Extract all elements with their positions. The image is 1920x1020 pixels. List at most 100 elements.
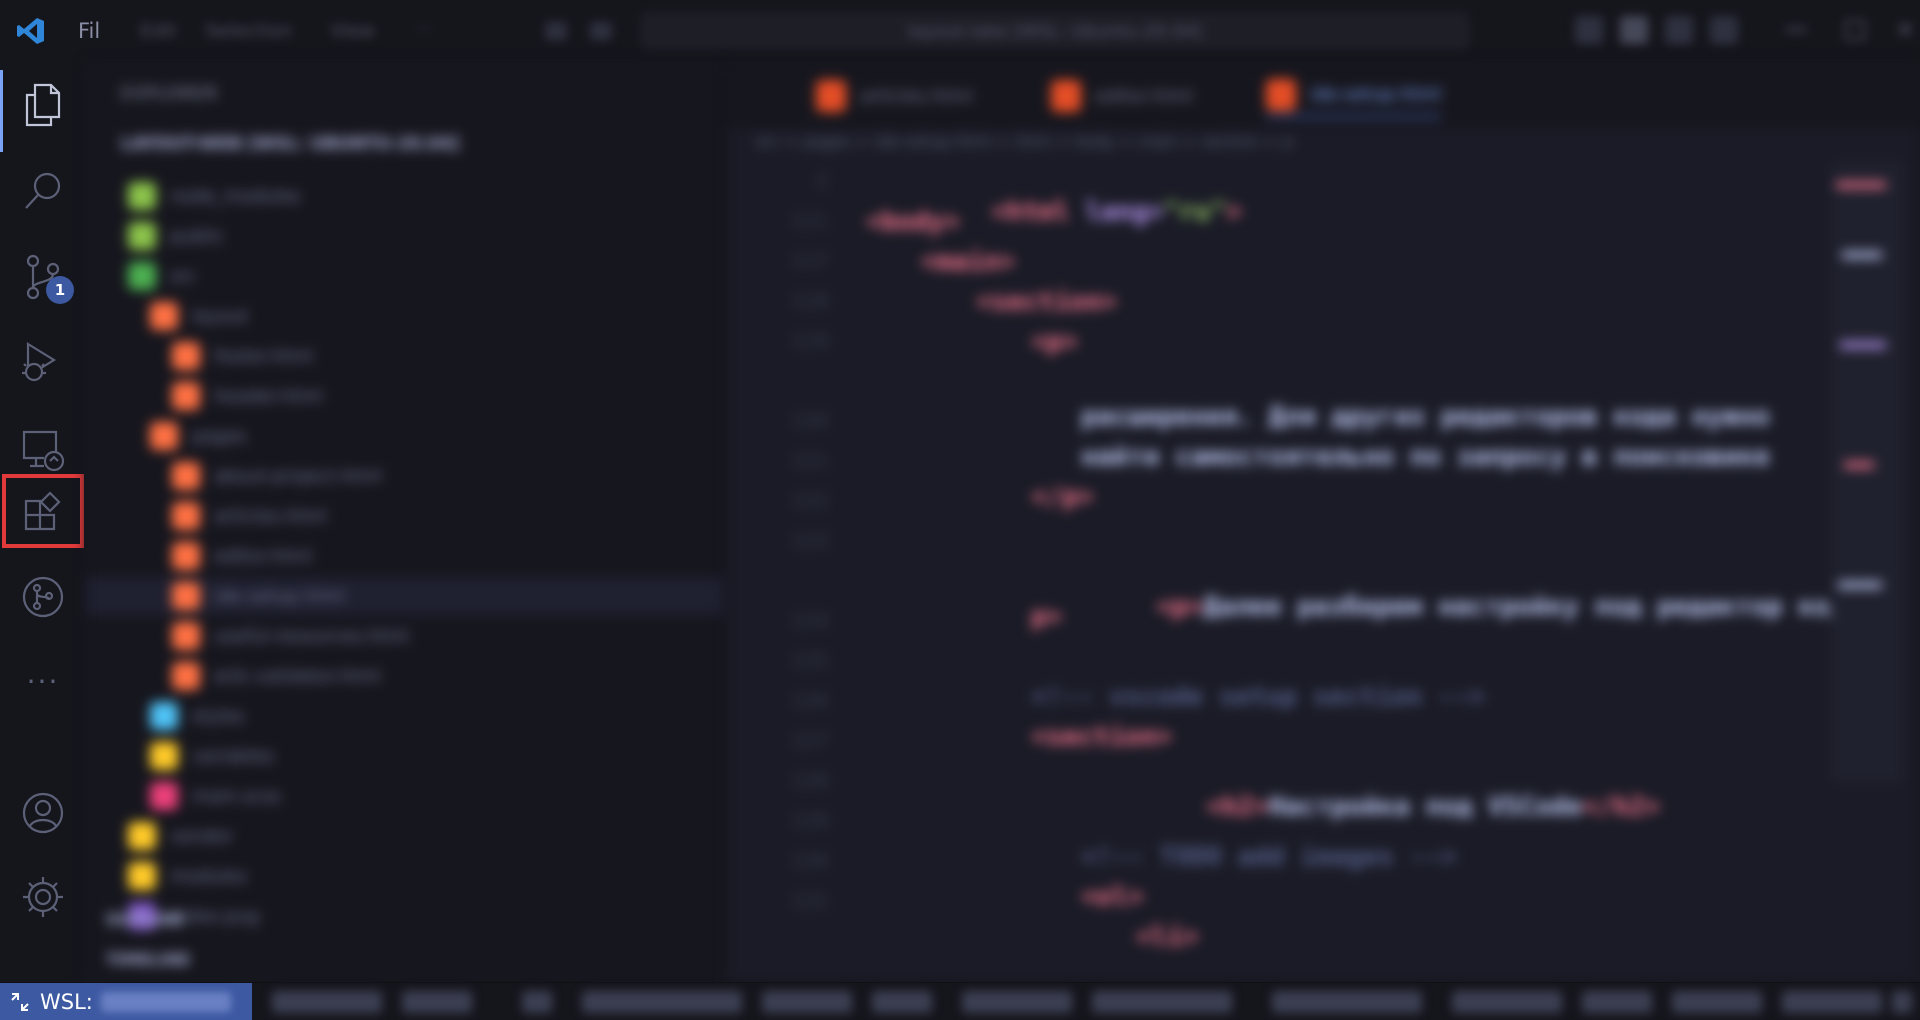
layout-toggle-icon[interactable] — [1575, 16, 1603, 44]
bell-item[interactable] — [1892, 991, 1912, 1013]
menu-more[interactable]: ··· — [415, 18, 433, 40]
code-line: </p> — [1031, 482, 1094, 512]
encoding-item[interactable] — [1582, 991, 1652, 1013]
panel-toggle-icon[interactable] — [1665, 16, 1693, 44]
explorer-button[interactable] — [0, 66, 86, 152]
tree-item[interactable]: public — [86, 217, 726, 255]
back-arrow-icon[interactable] — [545, 22, 567, 40]
tree-item[interactable]: useful-resources.html — [86, 617, 726, 655]
launchpad-item[interactable] — [582, 991, 742, 1013]
source-control-button[interactable]: 1 — [0, 238, 86, 316]
tree-item-label: public — [170, 225, 225, 247]
notifications-item[interactable] — [872, 991, 932, 1013]
secondary-sidebar-toggle-icon[interactable] — [1710, 16, 1738, 44]
minimap[interactable] — [1832, 162, 1902, 782]
problems-item[interactable] — [402, 991, 472, 1013]
close-icon[interactable]: ✕ — [1895, 16, 1915, 44]
tree-item[interactable]: main.scss — [86, 777, 726, 815]
tree-item[interactable]: src — [86, 257, 726, 295]
tree-item[interactable]: articles.html — [86, 497, 726, 535]
tree-item[interactable]: vendor — [86, 817, 726, 855]
file-type-icon — [150, 422, 178, 450]
tree-item-label: footer.html — [214, 345, 313, 367]
tree-item[interactable]: node_modules — [86, 177, 726, 215]
tree-item-label: w3c-validator.html — [214, 665, 381, 687]
menu-selection[interactable]: Selection — [205, 20, 293, 42]
tab-articles[interactable]: articles.html — [816, 74, 973, 118]
menu-edit[interactable]: Edit — [140, 20, 177, 42]
remote-target — [100, 992, 231, 1012]
code-token: <p> — [1156, 592, 1204, 622]
code-token: > — [1226, 197, 1242, 227]
tree-item-label: ide-setup.html — [214, 585, 346, 607]
ports-item[interactable] — [762, 991, 852, 1013]
line-number: 118 — [791, 290, 828, 312]
vim-mode-item[interactable] — [1092, 991, 1232, 1013]
extensions-button[interactable] — [2, 474, 84, 548]
more-views-button[interactable]: ··· — [0, 642, 86, 720]
tree-item[interactable]: layout — [86, 297, 726, 335]
code-line: p> — [1031, 602, 1063, 632]
run-debug-button[interactable] — [0, 324, 86, 402]
tree-item[interactable]: about-project.html — [86, 457, 726, 495]
file-type-icon — [172, 662, 200, 690]
code-content[interactable]: <html lang="ru"> <body> <main> <section>… — [866, 162, 1866, 982]
cursor-position-item[interactable] — [1272, 991, 1422, 1013]
git-graph-button[interactable] — [0, 558, 86, 636]
tree-item-label: node_modules — [170, 185, 301, 207]
language-item[interactable] — [1672, 991, 1762, 1013]
tree-item[interactable]: w3c-validator.html — [86, 657, 726, 695]
maximize-icon[interactable] — [1845, 20, 1865, 40]
code-line: <section> — [976, 287, 1117, 317]
manage-button[interactable] — [0, 858, 86, 936]
remote-indicator[interactable]: WSL: — [0, 983, 252, 1020]
accounts-button[interactable] — [0, 774, 86, 852]
sync-item[interactable] — [522, 991, 552, 1013]
line-number: 126 — [791, 690, 828, 712]
version-item[interactable] — [1782, 991, 1882, 1013]
tree-item[interactable]: header.html — [86, 377, 726, 415]
tree-item[interactable]: footer.html — [86, 337, 726, 375]
tree-item[interactable]: styles — [86, 697, 726, 735]
tree-item[interactable]: modules — [86, 857, 726, 895]
tree-item[interactable]: pages — [86, 417, 726, 455]
files-icon — [25, 83, 61, 127]
line-number: 125 — [791, 650, 828, 672]
editor-tabs: articles.html editor.html ide-setup.html — [726, 62, 1920, 128]
tab-ide-setup[interactable]: ide-setup.html — [1266, 74, 1442, 118]
line-number-gutter: 2 111 117 118 119 120 121 122 123 124 125 126 127 128… — [726, 162, 836, 982]
tree-item[interactable]: editor.html — [86, 537, 726, 575]
tree-item-label: main.scss — [192, 785, 281, 807]
file-type-icon — [172, 342, 200, 370]
git-graph-icon — [22, 576, 64, 618]
file-type-icon — [172, 542, 200, 570]
vscode-window: Fil Edit Selection View ··· layout-lake … — [0, 0, 1920, 1020]
command-center[interactable]: layout-lake [WSL: Ubuntu-20.04] — [640, 12, 1470, 50]
outline-section[interactable]: OUTLINE — [106, 910, 184, 929]
branch-item[interactable] — [272, 991, 382, 1013]
code-token: <html — [991, 197, 1070, 227]
tree-item-label: about-project.html — [214, 465, 382, 487]
breadcrumb[interactable]: src > pages > ide-setup.html > html > bo… — [756, 132, 1293, 151]
sidebar-toggle-icon[interactable] — [1620, 16, 1648, 44]
line-number: 131 — [791, 890, 828, 912]
git-graph-item[interactable] — [962, 991, 1072, 1013]
tree-item[interactable]: ide-setup.html — [86, 577, 726, 615]
search-button[interactable] — [0, 152, 86, 230]
minimize-icon[interactable] — [1785, 28, 1807, 31]
line-number: 111 — [791, 210, 828, 232]
workspace-root[interactable]: LAYOUT-WEB [WSL: UBUNTU-20.04] — [121, 134, 459, 154]
gear-icon — [23, 877, 63, 917]
line-number: 128 — [791, 770, 828, 792]
line-number: 122 — [791, 490, 828, 512]
forward-arrow-icon[interactable] — [590, 22, 612, 40]
timeline-section[interactable]: TIMELINE — [106, 950, 190, 969]
extensions-icon — [24, 491, 61, 531]
tree-item[interactable]: variables — [86, 737, 726, 775]
tab-size-item[interactable] — [1452, 991, 1562, 1013]
line-number: 2 — [815, 170, 828, 192]
tab-editor[interactable]: editor.html — [1051, 74, 1193, 118]
tree-item-label: vendor — [170, 825, 233, 847]
more-icon: ··· — [26, 664, 60, 698]
menu-view[interactable]: View — [330, 20, 375, 42]
